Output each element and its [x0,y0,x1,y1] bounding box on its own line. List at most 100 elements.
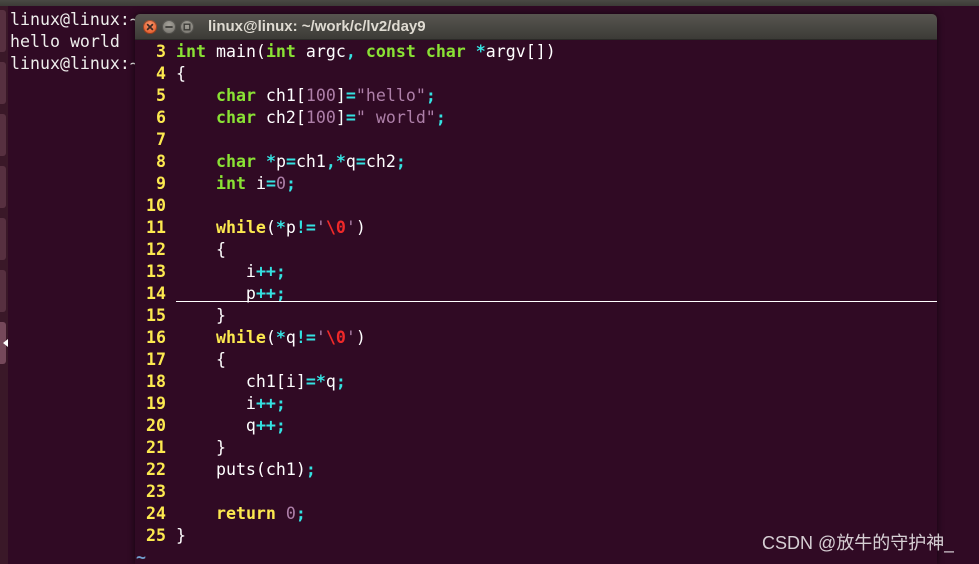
line-number: 7 [156,130,166,149]
code-token: q [285,328,296,347]
code-token: ch2[ [255,108,306,127]
terminal-output-line: hello world [10,32,120,51]
maximize-button[interactable] [180,20,194,34]
code-line: 13 i++; [136,261,937,283]
code-line: 3 int main(int argc, const char *argv[]) [136,41,937,63]
code-line: 7 [136,129,937,151]
code-token: 100 [305,108,336,127]
terminal-prompt-line: linux@linux:~ [10,10,140,29]
code-token: \0 [325,328,346,347]
code-token: \0 [325,218,346,237]
code-token: { [176,64,186,83]
code-token: , [345,42,356,61]
code-token: argc [295,42,346,61]
code-token: p [275,152,286,171]
code-text: } [176,305,937,327]
code-token: = [345,86,356,105]
line-number: 15 [146,306,166,325]
code-token: while [215,328,266,347]
code-token: ++; [255,416,286,435]
code-token: ( [265,328,276,347]
code-token: != [295,328,316,347]
launcher-icon-tile[interactable] [0,62,6,104]
launcher-icon-tile[interactable] [0,114,6,156]
code-token: * [275,218,286,237]
close-button[interactable] [143,20,157,34]
maximize-icon [183,23,191,31]
code-token: ; [435,108,446,127]
code-text: return 0; [176,503,937,525]
minimize-icon [165,26,173,28]
code-token: { [176,350,226,369]
code-token: while [215,218,266,237]
code-token: ' [315,218,326,237]
code-token: int [176,42,206,61]
line-number: 4 [156,64,166,83]
code-text: { [176,349,937,371]
launcher-icon-tile[interactable] [0,10,6,52]
code-token: ch1[i] [176,372,306,391]
code-token: 100 [305,86,336,105]
line-number: 10 [146,196,166,215]
code-token: ++; [255,394,286,413]
launcher-icon-tile[interactable] [0,270,6,312]
code-token: } [176,526,186,545]
code-token: ++; [255,262,286,281]
launcher-icon-tile[interactable] [0,218,6,260]
line-number: 9 [156,174,166,193]
code-token: ; [395,152,406,171]
window-titlebar[interactable]: linux@linux: ~/work/c/lv2/day9 [135,14,937,40]
launcher-icon-tile[interactable] [0,166,6,208]
code-token: ; [425,86,436,105]
code-token: = [265,174,276,193]
code-token: = [285,152,296,171]
code-line: 23 [136,481,937,503]
code-token: ; [295,504,306,523]
code-line: 6 char ch2[100]=" world"; [136,107,937,129]
code-token: ch2 [365,152,396,171]
code-line: 8 char *p=ch1,*q=ch2; [136,151,937,173]
line-number: 24 [146,504,166,523]
line-number: 13 [146,262,166,281]
code-text: while(*q!='\0') [176,327,937,349]
window-title: linux@linux: ~/work/c/lv2/day9 [208,18,426,35]
line-number: 16 [146,328,166,347]
code-token: q [345,152,356,171]
code-token: char [425,42,466,61]
code-text: } [176,437,937,459]
code-token: != [295,218,316,237]
line-number: 5 [156,86,166,105]
code-token: char [215,86,256,105]
watermark: CSDN @放牛的守护神_ [762,533,955,553]
cursor-line-underline [176,301,937,302]
code-token: const [365,42,416,61]
code-token: } [176,438,226,457]
code-token: =* [305,372,326,391]
line-number: 22 [146,460,166,479]
code-line: 9 int i=0; [136,173,937,195]
launcher [0,6,8,564]
code-token: * [275,328,286,347]
code-text: puts(ch1); [176,459,937,481]
code-token: { [176,240,226,259]
code-text: char ch1[100]="hello"; [176,85,937,107]
code-token: ,* [325,152,346,171]
line-number: 21 [146,438,166,457]
vim-editor[interactable]: 3 int main(int argc, const char *argv[]) 4… [136,40,937,564]
line-number: 8 [156,152,166,171]
code-token: i [245,174,266,193]
code-line: 17 { [136,349,937,371]
minimize-button[interactable] [162,20,176,34]
code-line: 15 } [136,305,937,327]
code-token: 0 [285,504,296,523]
code-text: q++; [176,415,937,437]
code-line: 16 while(*q!='\0') [136,327,937,349]
line-number: 20 [146,416,166,435]
code-text: int main(int argc, const char *argv[]) [176,41,937,63]
terminal-prompt-line: linux@linux:~ [10,54,140,73]
